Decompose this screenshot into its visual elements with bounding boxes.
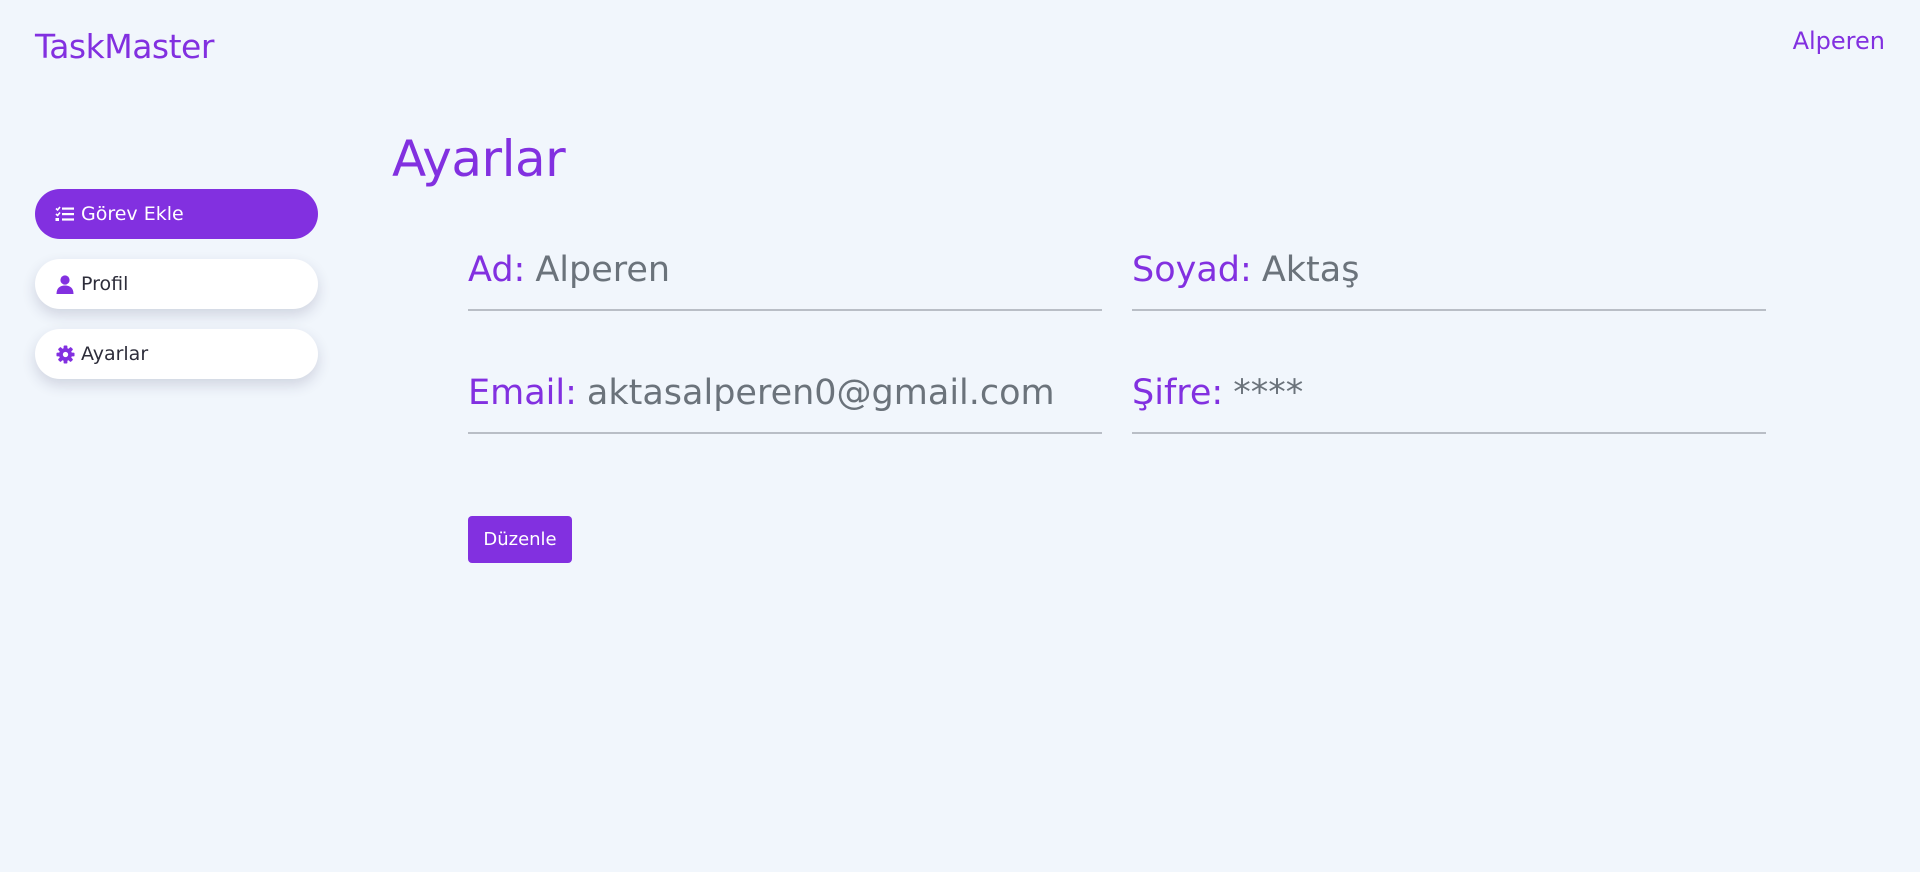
user-menu-link[interactable]: Alperen (1793, 27, 1885, 55)
email-label: Email: (468, 373, 577, 413)
app-root: TaskMaster Alperen Görev Ekle Profil Aya… (0, 0, 1920, 872)
sidebar: Görev Ekle Profil Ayarlar (35, 189, 318, 399)
sidebar-item-label: Ayarlar (81, 343, 149, 365)
last-name-field: Soyad: Aktaş (1132, 231, 1766, 311)
task-list-icon (54, 204, 76, 224)
gear-icon (54, 344, 76, 364)
password-label: Şifre: (1132, 373, 1224, 413)
first-name-label: Ad: (468, 250, 526, 290)
edit-button[interactable]: Düzenle (468, 516, 572, 563)
last-name-value: Aktaş (1261, 250, 1360, 290)
password-field: Şifre: **** (1132, 354, 1766, 434)
email-field: Email: aktasalperen0@gmail.com (468, 354, 1102, 434)
sidebar-item-ayarlar[interactable]: Ayarlar (35, 329, 318, 379)
first-name-value: Alperen (535, 250, 671, 290)
brand-logo[interactable]: TaskMaster (35, 27, 214, 66)
first-name-field: Ad: Alperen (468, 231, 1102, 311)
last-name-label: Soyad: (1132, 250, 1252, 290)
sidebar-item-profil[interactable]: Profil (35, 259, 318, 309)
email-value: aktasalperen0@gmail.com (586, 373, 1055, 413)
sidebar-item-label: Görev Ekle (81, 203, 184, 225)
password-value: **** (1233, 373, 1304, 413)
sidebar-item-label: Profil (81, 273, 129, 295)
page-title: Ayarlar (392, 130, 566, 188)
sidebar-item-gorev-ekle[interactable]: Görev Ekle (35, 189, 318, 239)
user-icon (54, 274, 76, 294)
